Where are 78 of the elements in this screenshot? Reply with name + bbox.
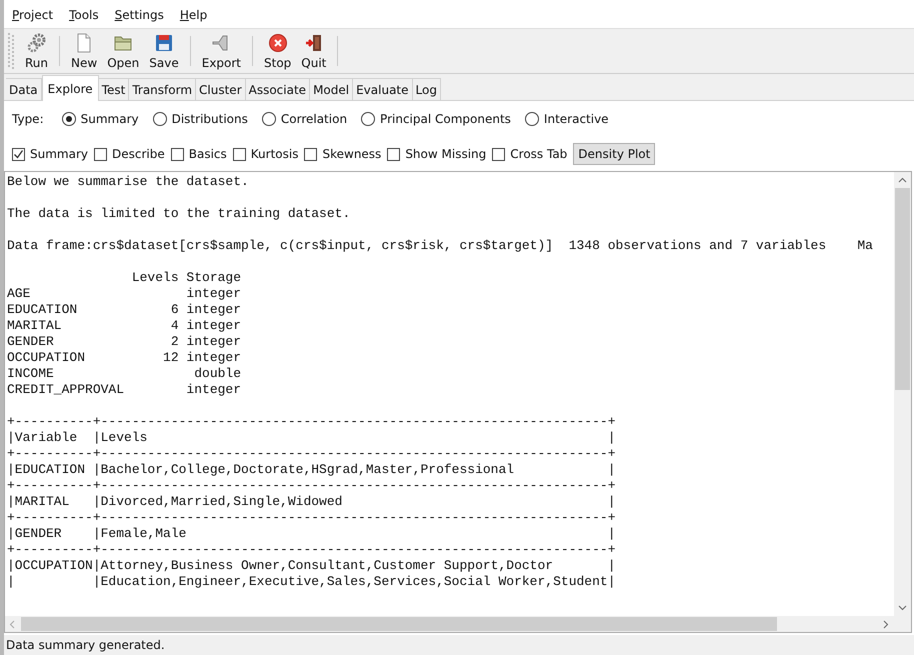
output-line: AGE integer	[7, 286, 242, 302]
output-line: EDUCATION 6 integer	[7, 302, 242, 318]
radio-button[interactable]	[152, 112, 167, 126]
checkbox[interactable]	[12, 148, 25, 160]
radio-button[interactable]	[262, 112, 276, 126]
tab[interactable]: Data	[6, 78, 42, 100]
tab[interactable]: Evaluate	[353, 78, 413, 100]
type-label: Type:	[12, 112, 44, 126]
tab[interactable]: Cluster	[196, 78, 246, 100]
checkbox-label[interactable]: Cross Tab	[510, 147, 568, 161]
tab[interactable]: Explore	[42, 75, 99, 101]
menu-item[interactable]: Tools	[69, 8, 99, 22]
checkbox-label[interactable]: Describe	[112, 147, 165, 161]
radio-label[interactable]: Distributions	[172, 112, 248, 126]
toolbar-button[interactable]: Export	[196, 30, 246, 72]
radio-label[interactable]: Correlation	[280, 112, 348, 126]
tab[interactable]: Test	[98, 78, 130, 100]
horizontal-scrollbar[interactable]	[5, 616, 911, 632]
status-text: Data summary generated.	[6, 638, 165, 652]
checkbox[interactable]	[170, 148, 184, 160]
output-line: Data frame:crs$dataset[crs$sample, c(crs$input, crs$risk, crs$target)] 1348 observations and 7 variables Ma	[7, 238, 873, 254]
output-line: +----------+-----------------------------------------------------------------+	[7, 414, 616, 430]
scroll-up-icon[interactable]	[898, 177, 907, 183]
output-line: Levels Storage	[130, 270, 242, 286]
radio-button[interactable]	[524, 112, 539, 126]
checkbox-label[interactable]: Basics	[188, 147, 227, 161]
tab[interactable]: Model	[310, 78, 354, 100]
output-line: +----------+-----------------------------------------------------------------+	[7, 542, 616, 558]
output-line: |OCCUPATION|Attorney,Business Owner,Consultant,Customer Support,Doctor |	[7, 558, 616, 574]
checkbox-label[interactable]: Summary	[30, 147, 88, 161]
checkbox-label[interactable]: Kurtosis	[250, 147, 298, 161]
gears-icon	[26, 32, 46, 52]
output-line: +----------+-----------------------------------------------------------------+	[7, 446, 616, 462]
output-line: | |Education,Engineer,Executive,Sales,Services,Social Worker,Student|	[7, 574, 616, 590]
checkbox[interactable]	[232, 148, 246, 160]
toolbar-button[interactable]: Run	[20, 30, 54, 72]
checkbox[interactable]	[304, 148, 318, 160]
output-line: The data is limited to the training dataset.	[7, 206, 350, 222]
checkbox[interactable]	[492, 148, 506, 160]
density-plot-button[interactable]: Density Plot	[573, 143, 656, 165]
toolbar-button[interactable]: New	[66, 30, 102, 72]
checkbox[interactable]	[94, 148, 107, 160]
toolbar-button[interactable]: Stop	[259, 30, 296, 72]
vertical-scrollbar[interactable]	[894, 172, 911, 616]
tab[interactable]: Transform	[129, 78, 196, 100]
output-line: +----------+-----------------------------------------------------------------+	[7, 510, 616, 526]
checkbox-label[interactable]: Show Missing	[405, 147, 486, 161]
radio-button[interactable]	[361, 112, 376, 126]
toolbar-button[interactable]: Open	[102, 30, 144, 72]
checkbox-label[interactable]: Skewness	[322, 147, 382, 161]
output-line: MARITAL 4 integer	[7, 318, 242, 334]
menu-item[interactable]: Project	[12, 8, 54, 22]
output-line: +----------+-----------------------------------------------------------------+	[7, 478, 616, 494]
output-line: INCOME double	[7, 366, 242, 382]
grip-handle-icon[interactable]	[8, 33, 14, 69]
exit-door-icon	[304, 32, 324, 52]
radio-label[interactable]: Interactive	[544, 112, 609, 126]
output-line: |EDUCATION |Bachelor,College,Doctorate,HSgrad,Master,Professional |	[7, 462, 616, 478]
output-line: GENDER 2 integer	[7, 334, 242, 350]
tab[interactable]: Log	[412, 78, 441, 100]
stop-icon	[268, 32, 288, 52]
menu-item[interactable]: Help	[180, 8, 208, 22]
output-line: |Variable |Levels |	[7, 430, 616, 446]
scroll-down-icon[interactable]	[898, 605, 907, 611]
menu-item[interactable]: Settings	[114, 8, 164, 22]
tab[interactable]: Associate	[246, 78, 310, 100]
output-line: |GENDER |Female,Male |	[7, 526, 616, 542]
output-line: OCCUPATION 12 integer	[7, 350, 242, 366]
scroll-right-icon[interactable]	[883, 620, 889, 628]
radio-button[interactable]	[62, 112, 76, 126]
checkbox[interactable]	[387, 148, 400, 160]
output-line: |MARITAL |Divorced,Married,Single,Widowed |	[7, 494, 616, 510]
radio-label[interactable]: Principal Components	[380, 112, 511, 126]
toolbar-button[interactable]: Quit	[296, 30, 332, 72]
radio-label[interactable]: Summary	[80, 112, 139, 126]
output-line: CREDIT_APPROVAL integer	[7, 382, 242, 398]
toolbar-button[interactable]: Save	[144, 30, 184, 72]
output-line: Below we summarise the dataset.	[7, 174, 249, 190]
